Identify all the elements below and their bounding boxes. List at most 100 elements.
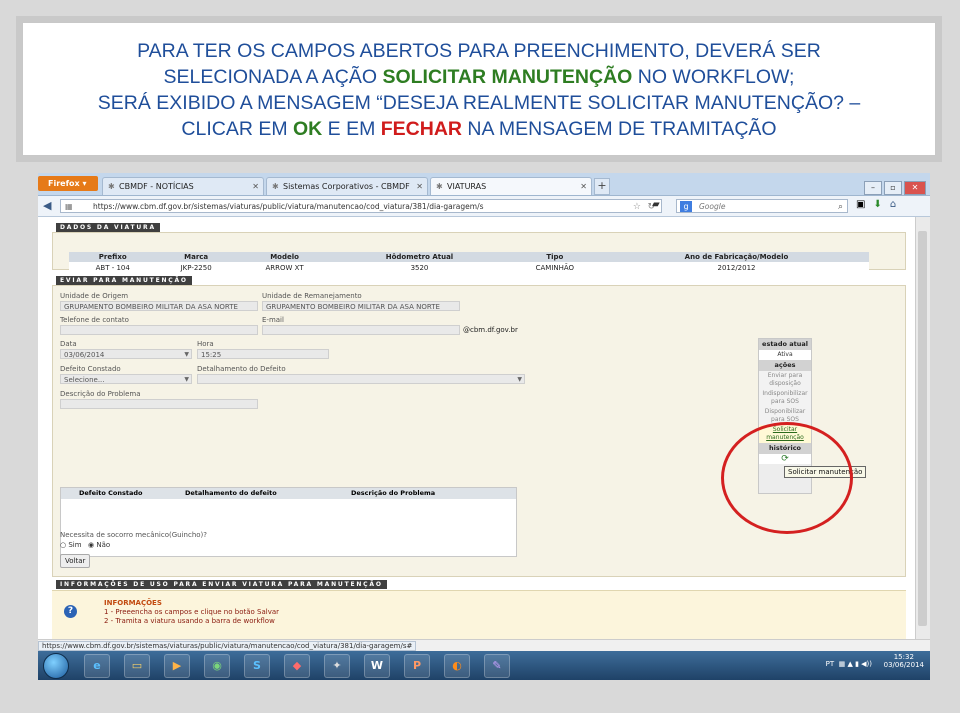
search-icon[interactable]: ⌕ [838,200,843,214]
media-player-icon[interactable]: ▶ [164,654,190,678]
section-title-manutencao: EVIAR PARA MANUTENÇÃO [56,276,192,285]
minimize-icon[interactable]: – [864,181,882,195]
download-arrow-icon[interactable]: ⬇ [873,199,881,210]
bookmarks-icon[interactable]: ▰ [652,199,660,210]
col-modelo: Modelo [235,252,334,262]
col-prefixo: Prefixo [69,252,157,262]
close-tab-icon[interactable]: ✕ [252,178,259,196]
defeitos-grid: Defeito Constado Detalhamento do defeito… [60,487,517,557]
word-icon[interactable]: W [364,654,390,678]
clock[interactable]: 15:32 03/06/2014 [884,653,924,669]
skype-icon[interactable]: S [244,654,270,678]
cell-modelo: ARROW XT [235,262,334,273]
dados-header-row: Prefixo Marca Modelo Hôdometro Atual Tip… [69,252,869,262]
section-title-dados: DADOS DA VIATURA [56,223,160,232]
col-tipo: Tipo [505,252,604,262]
scrollbar-thumb[interactable] [918,231,927,626]
detalhamento-select[interactable]: ▼ [197,374,525,384]
windows-taskbar: e ▭ ▶ ◉ S ◆ ✦ W P ◐ ✎ PT ▦ ▲ ▮ ◀)) 15:32… [38,651,930,680]
favicon-icon: ✱ [272,182,279,191]
grid-col-detalhamento: Detalhamento do defeito [185,489,277,497]
caption-highlight-action: SOLICITAR MANUTENÇÃO [382,66,633,88]
tray-icons[interactable]: ▦ ▲ ▮ ◀)) [839,660,872,668]
cell-hodometro: 3520 [333,262,506,273]
tab-sistemas-corporativos[interactable]: ✱ Sistemas Corporativos - CBMDF ✕ [266,177,428,195]
guincho-label: Necessita de socorro mecânico(Guincho)? [60,531,207,539]
web-page: DADOS DA VIATURA Prefixo Marca Modelo Hô… [38,217,916,639]
email-label: E-mail [262,316,284,324]
remanejamento-label: Unidade de Remanejamento [262,292,362,300]
window-controls: – ▫ ✕ [862,175,926,195]
favicon-icon: ✱ [436,182,443,191]
tab-viaturas[interactable]: ✱ VIATURAS ✕ [430,177,592,195]
grid-col-descricao: Descrição do Problema [351,489,436,497]
info-panel: ? INFORMAÇÕES 1 - Preeencha os campos e … [52,590,906,639]
firefox-icon[interactable]: ◐ [444,654,470,678]
address-bar[interactable]: ▦ https://www.cbm.df.gov.br/sistemas/via… [60,199,662,213]
info-heading: INFORMAÇÕES [104,599,162,607]
close-tab-icon[interactable]: ✕ [580,178,587,196]
telefone-field[interactable] [60,325,258,335]
detalhamento-label: Detalhamento do Defeito [197,365,286,373]
cell-marca: JKP-2250 [156,262,236,273]
back-arrow-icon[interactable]: ◀ [43,199,51,212]
toolbar-icons: ▣ ⬇ ⌂ [856,199,904,210]
tab-bar: Firefox ▾ ✱ CBMDF - NOTÍCIAS ✕ ✱ Sistemas C… [38,173,930,196]
descricao-field[interactable] [60,399,258,409]
google-icon: g [680,201,692,212]
origem-field: GRUPAMENTO BOMBEIRO MILITAR DA ASA NORTE [60,301,258,311]
radio-nao[interactable]: ◉ Não [88,541,110,549]
cell-ano: 2012/2012 [604,262,869,273]
tab-label: Sistemas Corporativos - CBMDF [283,182,410,191]
home-icon[interactable]: ⌂ [890,199,896,210]
chevron-down-icon: ▼ [184,351,189,358]
voltar-button[interactable]: Voltar [60,554,91,568]
powerpoint-icon[interactable]: P [404,654,430,678]
action-indisponibilizar-sos[interactable]: Indisponibilizar para SOS [759,389,811,407]
defeito-label: Defeito Constado [60,365,121,373]
tab-cbmdf-noticias[interactable]: ✱ CBMDF - NOTÍCIAS ✕ [102,177,264,195]
start-button[interactable] [43,653,69,679]
info-step-2: 2 - Tramita a viatura usando a barra de … [104,617,275,625]
acoes-header: ações [759,360,811,371]
app-icon[interactable]: ◆ [284,654,310,678]
folder-icon[interactable]: ▭ [124,654,150,678]
action-enviar-disposicao[interactable]: Enviar para disposição [759,371,811,389]
clock-time: 15:32 [893,653,914,661]
bookmarks-menu-icon[interactable]: ▣ [856,199,865,210]
email-suffix: @cbm.df.gov.br [463,326,518,334]
tab-label: VIATURAS [447,182,487,191]
info-text: INFORMAÇÕES 1 - Preeencha os campos e cl… [104,599,279,626]
radio-sim[interactable]: ○ Sim [60,541,82,549]
new-tab-button[interactable]: + [594,178,610,195]
data-value: 03/06/2014 [64,351,105,359]
caption-line-4e: NA MENSAGEM DE TRAMITAÇÃO [462,118,777,140]
cell-prefixo: ABT - 104 [69,262,157,273]
vertical-scrollbar[interactable] [915,217,930,639]
estado-atual-header: estado atual [759,339,811,350]
internet-explorer-icon[interactable]: e [84,654,110,678]
col-ano: Ano de Fabricação/Modelo [604,252,869,262]
paint-icon[interactable]: ✎ [484,654,510,678]
language-indicator[interactable]: PT [826,660,835,668]
dados-panel: Prefixo Marca Modelo Hôdometro Atual Tip… [52,232,906,273]
defeito-select[interactable]: Selecione... ▼ [60,374,192,384]
clock-date: 03/06/2014 [883,661,924,669]
descricao-label: Descrição do Problema [60,390,141,398]
firefox-menu-label: Firefox [48,179,80,188]
data-field[interactable]: 03/06/2014 ▼ [60,349,192,359]
search-box[interactable]: g Google ⌕ [676,199,848,213]
maximize-icon[interactable]: ▫ [884,181,902,195]
caption-line-2c: NO WORKFLOW; [632,66,795,88]
bookmark-star-icon[interactable]: ☆ [633,200,641,214]
caption-line-4: CLICAR EM OK E EM FECHAR NA MENSAGEM DE … [23,116,935,142]
close-tab-icon[interactable]: ✕ [416,178,423,196]
email-field[interactable] [262,325,460,335]
chevron-down-icon: ▼ [184,376,189,383]
hora-field[interactable]: 15:25 [197,349,329,359]
chrome-icon[interactable]: ◉ [204,654,230,678]
close-window-icon[interactable]: ✕ [904,181,926,195]
network-app-icon[interactable]: ✦ [324,654,350,678]
firefox-menu-button[interactable]: Firefox ▾ [38,176,98,191]
caption-fechar: FECHAR [380,118,463,140]
